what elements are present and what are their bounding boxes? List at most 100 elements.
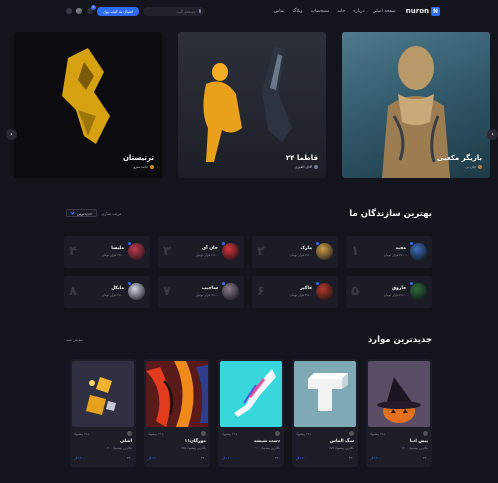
item-image[interactable] [294,361,356,427]
like-count[interactable]: ۳۲۰ [201,456,206,460]
sort-dropdown[interactable]: جدیدترین [66,209,98,217]
item-card[interactable]: +۱۲ پیشنهاد پیش ادبا بالاترین پیشنهاد ۱۳… [366,359,432,467]
owner-avatar[interactable] [349,431,354,436]
like-count[interactable]: ۳۲۰ [349,456,354,460]
newest-items-title: جدیدترین موارد [367,335,432,345]
connect-wallet-button[interactable]: اتصال به کیف پول [97,6,140,16]
creator-rank: ۵ [351,284,359,299]
item-image[interactable] [72,361,134,427]
verified-icon [409,241,414,246]
highest-bid: بالاترین پیشنهاد ۸۵۷ [329,446,354,450]
verified-icon [127,281,132,286]
creator-name[interactable]: جان آی [202,246,218,251]
item-card[interactable]: +۱۲ پیشنهاد سگ الماس بالاترین پیشنهاد ۸۵… [292,359,358,467]
owner-avatar[interactable] [423,431,428,436]
creator-rank: ۴ [69,244,77,259]
verified-icon [315,281,320,286]
item-card[interactable]: +۱۲ پیشنهاد اشلی بالاترین پیشنهاد ۴۰۰ ۳۲… [70,359,136,467]
view-all-link[interactable]: نمایش همه [66,338,83,342]
slide-creator[interactable]: آقای الفیری [295,165,318,169]
menu-item-home[interactable]: صفحه اصلی [373,9,396,14]
creator-name[interactable]: فاکیر [300,286,312,291]
creator-avatar [150,165,154,169]
theme-toggle-icon[interactable] [66,8,72,14]
item-card[interactable]: +۱۲ پیشنهاد دست شیشه بالاترین پیشنهاد ۹۰… [218,359,284,467]
creator-card[interactable]: ساجیپ ۲۵۰۰ هزار تومان ۷ [158,276,244,308]
like-count[interactable]: ۳۲۰ [275,456,280,460]
owner-avatar[interactable] [127,431,132,436]
verified-icon [221,281,226,286]
bid-count: +۱۲ پیشنهاد [74,431,90,436]
menu-item-contact[interactable]: تماس [274,9,285,14]
creator-rank: ۷ [163,284,171,299]
sort-value: جدیدترین [77,210,93,216]
creator-volume: ۲۵۰۰ هزار تومان [195,253,218,257]
item-title[interactable]: سگ الماس [330,439,354,444]
creator-name[interactable]: فاروق [392,286,406,291]
creator-name[interactable]: مجید [396,246,406,251]
creator-volume: ۲۵۰۰ هزار تومان [289,293,312,297]
creator-card[interactable]: جان آی ۲۵۰۰ هزار تومان ۳ [158,236,244,268]
notification-bell-icon[interactable]: 2 [87,5,96,14]
bid-count: +۱۲ پیشنهاد [296,431,312,436]
creator-name[interactable]: مارک [300,246,312,251]
search-input[interactable] [146,8,197,14]
like-count[interactable]: ۳۲۰ [423,456,428,460]
sort-label: مرتب سازی [101,210,122,216]
menu-item-house[interactable]: خانه [337,9,345,14]
slide-title[interactable]: بازیگر مکعبی [437,154,482,162]
item-image[interactable] [368,361,430,427]
slide-title[interactable]: ترتیستان [123,154,154,162]
item-image[interactable] [146,361,208,427]
bid-count: +۱۲ پیشنهاد [148,431,164,436]
hero-slide[interactable]: قاطما ۲۴ آقای الفیری [178,32,326,178]
item-image[interactable] [220,361,282,427]
creator-card[interactable]: فاکیر ۲۵۰۰ هزار تومان ۶ [252,276,338,308]
creator-volume: ۲۵۰۰ هزار تومان [101,293,124,297]
highest-bid: بالاترین پیشنهاد ۹۰۰ [255,446,280,450]
creator-volume: ۲۵۰۰ هزار تومان [195,293,218,297]
top-nav: N nuron صفحه اصلی درباره خانه مشخصات وبل… [0,0,498,22]
like-count[interactable]: ۳۲۰ [127,456,132,460]
slide-creator[interactable]: جان بی [465,165,482,169]
item-price: ۲۰۰ دلار [370,456,381,460]
slide-creator[interactable]: حامد مترو [133,165,154,169]
item-title[interactable]: مورگان۱۱ [185,439,206,444]
menu-item-blog[interactable]: وبلاگ [292,9,302,14]
owner-avatar[interactable] [201,431,206,436]
creator-card[interactable]: مجید ۲۵۰۰ هزار تومان ۱ [346,236,432,268]
creator-card[interactable]: مارک ۲۵۰۰ هزار تومان ۲ [252,236,338,268]
carousel-next-arrow-icon[interactable]: › [487,129,498,140]
creator-card[interactable]: مایکل ۲۵۰۰ هزار تومان ۸ [64,276,150,308]
creator-name[interactable]: مایکل [111,286,124,291]
menu-item-about[interactable]: درباره [353,9,364,14]
hero-slide[interactable]: بازیگر مکعبی جان بی [342,32,490,178]
creator-volume: ۲۵۰۰ هزار تومان [383,293,406,297]
highest-bid: بالاترین پیشنهاد ۱۳۰۰ [401,446,428,450]
item-card[interactable]: +۱۲ پیشنهاد مورگان۱۱ بالاترین پیشنهاد ۳۶… [144,359,210,467]
hero-slide[interactable]: ترتیستان حامد مترو [14,32,162,178]
item-title[interactable]: اشلی [120,439,132,444]
item-price: ۲۰۰ دلار [222,456,233,460]
creator-card[interactable]: فاروق ۲۵۰۰ هزار تومان ۵ [346,276,432,308]
logo-text: nuron [405,7,429,15]
item-title[interactable]: پیش ادبا [410,439,428,444]
creator-name: آقای الفیری [294,165,312,169]
owner-avatar[interactable] [275,431,280,436]
creator-rank: ۳ [163,244,171,259]
user-avatar[interactable] [76,8,82,14]
logo[interactable]: N nuron [405,6,440,16]
creator-avatar [478,165,482,169]
verified-icon [127,241,132,246]
creator-name[interactable]: ساجیپ [202,286,218,291]
verified-icon [409,281,414,286]
search-icon[interactable] [199,9,202,13]
creator-name: جان بی [465,165,476,169]
menu-item-profile[interactable]: مشخصات [311,9,330,14]
slide-title[interactable]: قاطما ۲۴ [286,154,318,162]
carousel-prev-arrow-icon[interactable]: ‹ [6,129,17,140]
creator-card[interactable]: ملیسا ۲۵۰۰ هزار تومان ۴ [64,236,150,268]
item-title[interactable]: دست شیشه [254,439,280,444]
item-price: ۲۰۰ دلار [296,456,307,460]
creator-name[interactable]: ملیسا [111,246,124,251]
